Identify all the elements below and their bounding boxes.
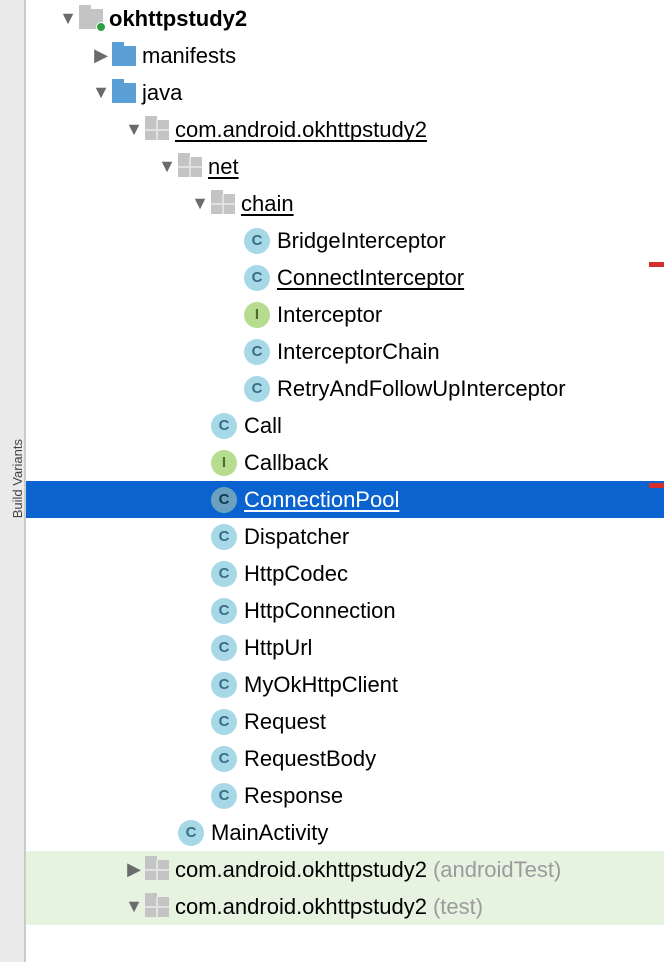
expand-handle[interactable]: ▶ <box>92 47 110 65</box>
tree-item-module-okhttpstudy2[interactable]: ▼ okhttpstudy2 <box>26 0 664 37</box>
interface-label: Callback <box>244 450 328 476</box>
interface-label: Interceptor <box>277 302 382 328</box>
class-icon: C <box>211 487 237 513</box>
class-label: ConnectionPool <box>244 487 399 513</box>
project-tree[interactable]: ▼ okhttpstudy2 ▶ manifests ▼ java ▼ com.… <box>25 0 664 962</box>
expand-handle[interactable]: ▶ <box>125 861 143 879</box>
class-icon: C <box>244 339 270 365</box>
tree-item-class-httpcodec[interactable]: C HttpCodec <box>26 555 664 592</box>
class-label: MainActivity <box>211 820 328 846</box>
class-label: Call <box>244 413 282 439</box>
class-label: Dispatcher <box>244 524 349 550</box>
class-icon: C <box>211 598 237 624</box>
expand-handle[interactable]: ▼ <box>92 84 110 102</box>
tree-item-class-mainactivity[interactable]: C MainActivity <box>26 814 664 851</box>
class-icon: C <box>211 524 237 550</box>
java-label: java <box>142 80 182 106</box>
tree-item-class-interceptorchain[interactable]: C InterceptorChain <box>26 333 664 370</box>
package-main-label: com.android.okhttpstudy2 <box>175 117 427 143</box>
class-icon: C <box>244 265 270 291</box>
class-icon: C <box>244 376 270 402</box>
package-icon <box>145 120 169 140</box>
package-suffix: (test) <box>433 894 483 920</box>
class-icon: C <box>211 709 237 735</box>
interface-icon: I <box>244 302 270 328</box>
tree-item-java[interactable]: ▼ java <box>26 74 664 111</box>
module-folder-icon <box>79 9 103 29</box>
tree-item-class-request[interactable]: C Request <box>26 703 664 740</box>
class-icon: C <box>211 672 237 698</box>
tree-item-class-call[interactable]: C Call <box>26 407 664 444</box>
class-label: MyOkHttpClient <box>244 672 398 698</box>
class-icon: C <box>211 561 237 587</box>
tree-item-package-test[interactable]: ▼ com.android.okhttpstudy2 (test) <box>26 888 664 925</box>
class-label: ConnectInterceptor <box>277 265 464 291</box>
expand-handle[interactable]: ▼ <box>59 10 77 28</box>
folder-icon <box>112 83 136 103</box>
class-label: BridgeInterceptor <box>277 228 446 254</box>
package-test-label: com.android.okhttpstudy2 <box>175 894 427 920</box>
folder-icon <box>112 46 136 66</box>
package-icon <box>211 194 235 214</box>
class-label: HttpCodec <box>244 561 348 587</box>
manifests-label: manifests <box>142 43 236 69</box>
class-icon: C <box>211 635 237 661</box>
package-icon <box>145 897 169 917</box>
error-marker <box>649 483 664 488</box>
tool-window-rail: Build Variants Layout Captures 7: Struct… <box>0 0 25 962</box>
class-icon: C <box>211 413 237 439</box>
expand-handle[interactable]: ▼ <box>125 898 143 916</box>
tree-item-class-connectionpool[interactable]: C ConnectionPool <box>26 481 664 518</box>
tree-item-class-requestbody[interactable]: C RequestBody <box>26 740 664 777</box>
module-label: okhttpstudy2 <box>109 6 247 32</box>
package-net-label: net <box>208 154 239 180</box>
tree-item-manifests[interactable]: ▶ manifests <box>26 37 664 74</box>
package-androidtest-label: com.android.okhttpstudy2 <box>175 857 427 883</box>
package-icon <box>178 157 202 177</box>
tree-item-package-androidtest[interactable]: ▶ com.android.okhttpstudy2 (androidTest) <box>26 851 664 888</box>
tree-item-interface-callback[interactable]: I Callback <box>26 444 664 481</box>
tree-item-interface-interceptor[interactable]: I Interceptor <box>26 296 664 333</box>
tree-item-package-net[interactable]: ▼ net <box>26 148 664 185</box>
tree-item-package-chain[interactable]: ▼ chain <box>26 185 664 222</box>
class-icon: C <box>211 746 237 772</box>
class-label: InterceptorChain <box>277 339 440 365</box>
tree-item-class-response[interactable]: C Response <box>26 777 664 814</box>
tree-item-class-bridgeinterceptor[interactable]: C BridgeInterceptor <box>26 222 664 259</box>
expand-handle[interactable]: ▼ <box>191 195 209 213</box>
class-icon: C <box>178 820 204 846</box>
class-icon: C <box>244 228 270 254</box>
tree-item-class-myokhttpclient[interactable]: C MyOkHttpClient <box>26 666 664 703</box>
class-label: HttpConnection <box>244 598 396 624</box>
expand-handle[interactable]: ▼ <box>125 121 143 139</box>
tree-item-class-connectinterceptor[interactable]: C ConnectInterceptor <box>26 259 664 296</box>
expand-handle[interactable]: ▼ <box>158 158 176 176</box>
tree-item-class-httpurl[interactable]: C HttpUrl <box>26 629 664 666</box>
class-label: Response <box>244 783 343 809</box>
tree-item-package-main[interactable]: ▼ com.android.okhttpstudy2 <box>26 111 664 148</box>
interface-icon: I <box>211 450 237 476</box>
error-marker <box>649 262 664 267</box>
class-label: HttpUrl <box>244 635 312 661</box>
package-suffix: (androidTest) <box>433 857 561 883</box>
tree-item-class-retryandfollowupinterceptor[interactable]: C RetryAndFollowUpInterceptor <box>26 370 664 407</box>
class-icon: C <box>211 783 237 809</box>
package-chain-label: chain <box>241 191 294 217</box>
tree-item-class-httpconnection[interactable]: C HttpConnection <box>26 592 664 629</box>
class-label: Request <box>244 709 326 735</box>
class-label: RetryAndFollowUpInterceptor <box>277 376 566 402</box>
tree-item-class-dispatcher[interactable]: C Dispatcher <box>26 518 664 555</box>
package-icon <box>145 860 169 880</box>
class-label: RequestBody <box>244 746 376 772</box>
